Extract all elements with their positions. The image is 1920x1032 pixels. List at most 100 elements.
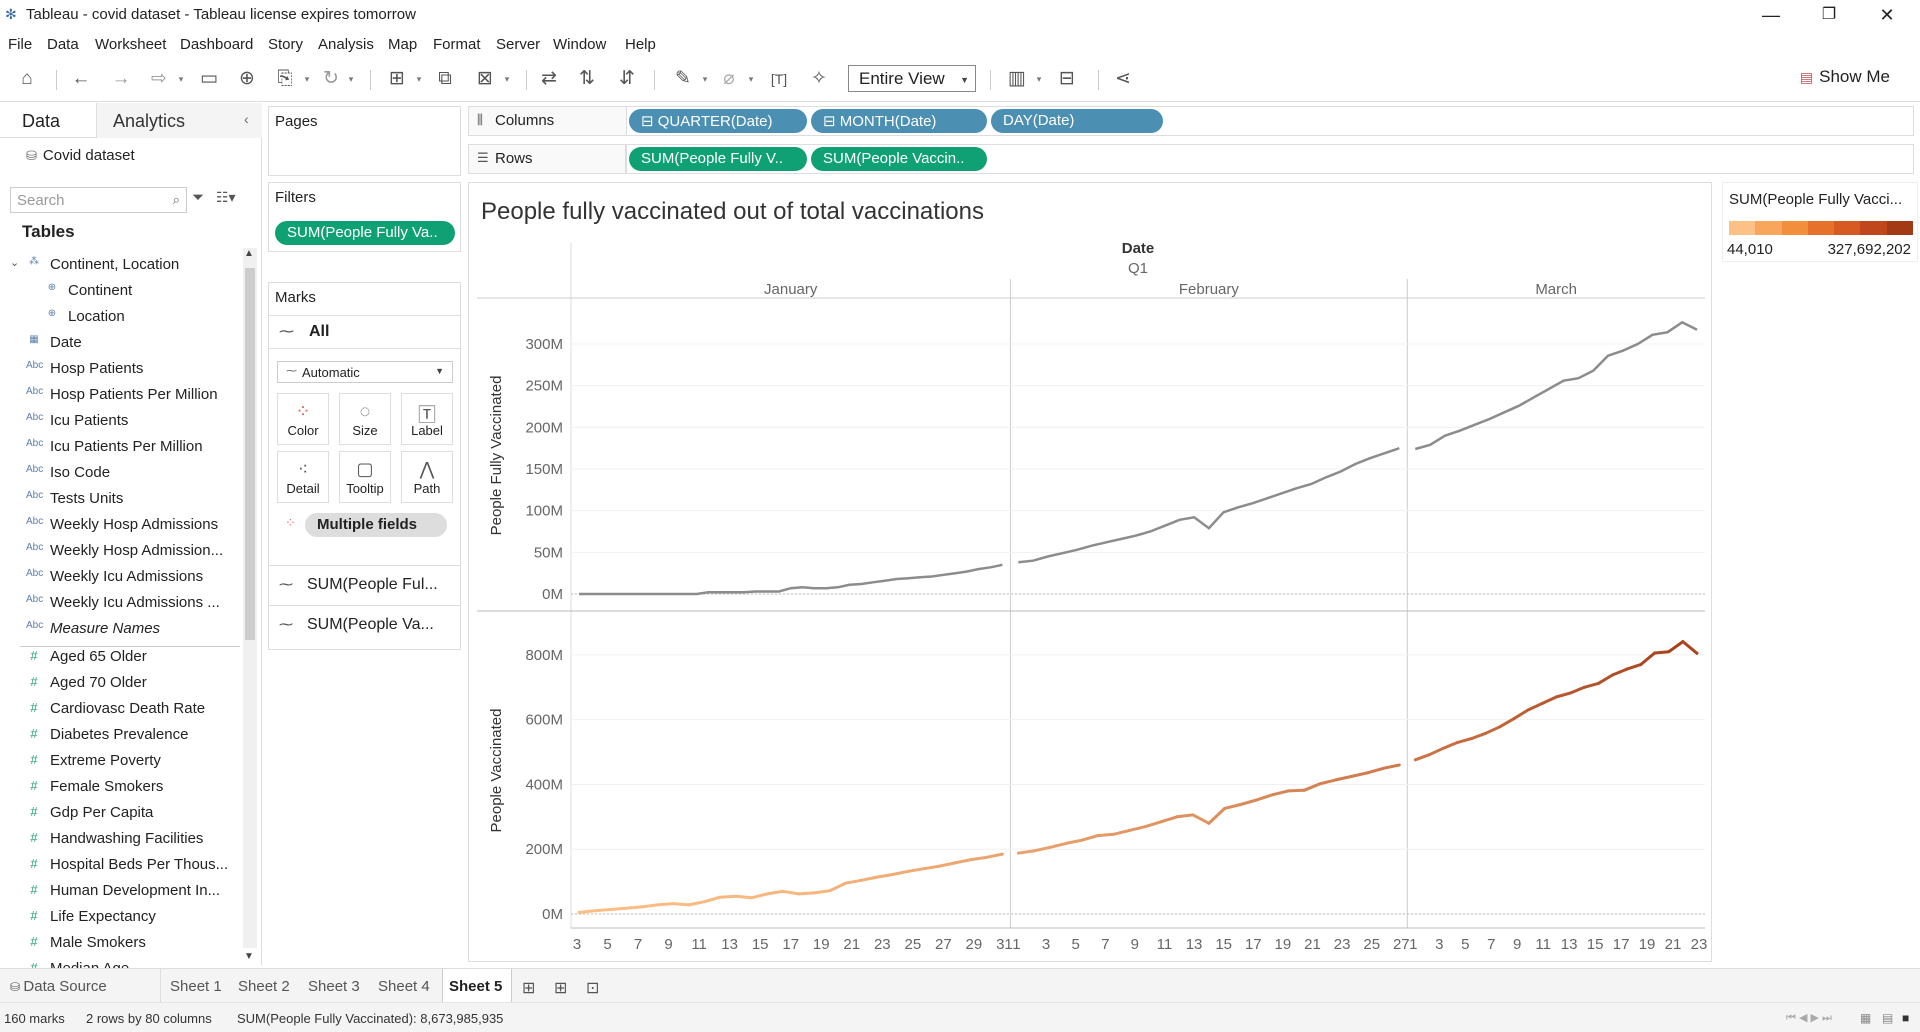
color-legend[interactable]: SUM(People Fully Vacci... 44,010 327,692… <box>1722 182 1918 262</box>
field-item[interactable]: Abc Weekly Icu Admissions ... <box>0 591 240 617</box>
field-item[interactable]: ⌄ ⁂ Continent, Location <box>0 253 240 279</box>
label-button[interactable]: 🅃 Label <box>401 393 453 445</box>
menu-server[interactable]: Server <box>496 33 540 53</box>
mark-card-vaccinated[interactable]: ⁓ SUM(People Va... <box>269 605 460 645</box>
field-item[interactable]: # Human Development In... <box>0 879 240 905</box>
columns-shelf[interactable]: ⊟ QUARTER(Date) ⊟ MONTH(Date) DAY(Date) <box>626 106 1914 136</box>
viz-area[interactable]: People fully vaccinated out of total vac… <box>468 182 1712 962</box>
filter-pill[interactable]: SUM(People Fully Va.. <box>275 221 455 245</box>
field-item[interactable]: Abc Weekly Icu Admissions <box>0 565 240 591</box>
restore-button[interactable]: ❐ <box>1806 2 1852 28</box>
filters-shelf[interactable]: Filters SUM(People Fully Va.. <box>268 182 461 252</box>
show-me-button[interactable]: ▤ Show Me <box>1800 67 1890 87</box>
replay-icon[interactable]: ⇨ <box>146 66 172 92</box>
field-item[interactable]: Abc Hosp Patients <box>0 357 240 383</box>
menu-format[interactable]: Format <box>433 33 481 53</box>
datasource-name[interactable]: ⛁ Covid dataset <box>26 147 135 164</box>
duplicate-sheet-icon[interactable]: ⧉ <box>432 66 458 92</box>
sort-descending-icon[interactable]: ⇵ <box>614 66 640 92</box>
dropdown-caret-icon[interactable]: ▾ <box>700 66 710 92</box>
field-item[interactable]: Abc Tests Units <box>0 487 240 513</box>
home-icon[interactable]: ⌂ <box>14 66 40 92</box>
line-chart[interactable]: People fully vaccinated out of total vac… <box>469 183 1713 963</box>
column-pill-month[interactable]: ⊟ MONTH(Date) <box>811 109 987 133</box>
menu-map[interactable]: Map <box>388 33 417 53</box>
field-item[interactable]: # Handwashing Facilities <box>0 827 240 853</box>
fix-axes-icon[interactable]: ✧ <box>806 66 832 92</box>
view-options-icon[interactable]: ☷▾ <box>216 189 236 206</box>
new-dashboard-icon[interactable]: ⊞ <box>554 978 567 998</box>
size-button[interactable]: ◌ Size <box>339 393 391 445</box>
rows-shelf[interactable]: SUM(People Fully V.. SUM(People Vaccin.. <box>626 144 1914 174</box>
tab-analytics[interactable]: Analytics <box>113 111 185 132</box>
menu-file[interactable]: File <box>8 33 32 53</box>
new-datasource-icon[interactable]: ⊕ <box>234 66 260 92</box>
color-button[interactable]: ⁘ Color <box>277 393 329 445</box>
share-icon[interactable]: ⋖ <box>1110 66 1136 92</box>
path-button[interactable]: ⋀ Path <box>401 451 453 503</box>
detail-button[interactable]: ⁖ Detail <box>277 451 329 503</box>
grid-view-icon[interactable]: ▦ <box>1860 1011 1871 1025</box>
menu-data[interactable]: Data <box>47 33 79 53</box>
swap-rows-columns-icon[interactable]: ⇄ <box>536 66 562 92</box>
sheet-nav-icon[interactable]: ⏮ ◀ ▶ ⏭ <box>1786 1011 1832 1025</box>
chevron-down-icon[interactable]: ⌄ <box>10 256 19 269</box>
field-item[interactable]: Abc Icu Patients <box>0 409 240 435</box>
redo-icon[interactable]: → <box>108 66 134 92</box>
column-pill-quarter[interactable]: ⊟ QUARTER(Date) <box>629 109 807 133</box>
filmstrip-view-icon[interactable]: ▤ <box>1882 1011 1893 1025</box>
tab-view-icon[interactable]: ■ <box>1902 1011 1909 1025</box>
group-members-icon[interactable]: ⌀ <box>716 66 742 92</box>
menu-worksheet[interactable]: Worksheet <box>95 33 166 53</box>
field-item[interactable]: # Life Expectancy <box>0 905 240 931</box>
new-worksheet-icon[interactable]: ⊞ <box>522 978 535 998</box>
field-item[interactable]: # Aged 70 Older <box>0 671 240 697</box>
menu-window[interactable]: Window <box>553 33 606 53</box>
field-item[interactable]: # Female Smokers <box>0 775 240 801</box>
undo-icon[interactable]: ← <box>68 66 94 92</box>
scroll-up-icon[interactable]: ▲ <box>244 248 254 259</box>
close-button[interactable]: ✕ <box>1864 2 1910 28</box>
row-pill-vaccinated[interactable]: SUM(People Vaccin.. <box>811 147 987 171</box>
tab-sheet-2[interactable]: Sheet 2 <box>238 978 290 995</box>
dropdown-caret-icon[interactable]: ▾ <box>346 66 356 92</box>
new-story-icon[interactable]: ⊡ <box>586 978 599 998</box>
presentation-mode-icon[interactable]: ⊟ <box>1054 66 1080 92</box>
field-item[interactable]: # Extreme Poverty <box>0 749 240 775</box>
menu-help[interactable]: Help <box>625 33 656 53</box>
field-item[interactable]: Abc Iso Code <box>0 461 240 487</box>
clear-sheet-icon[interactable]: ⊠ <box>472 66 498 92</box>
field-item[interactable]: Abc Weekly Hosp Admission... <box>0 539 240 565</box>
menu-dashboard[interactable]: Dashboard <box>180 33 253 53</box>
highlight-icon[interactable]: ✎ <box>670 66 696 92</box>
scrollbar-thumb[interactable] <box>245 268 255 640</box>
field-item[interactable]: ⊕ Location <box>0 305 240 331</box>
marks-all-row[interactable]: ⁓ All <box>269 315 460 349</box>
tab-sheet-5[interactable]: Sheet 5 <box>449 978 503 995</box>
dropdown-caret-icon[interactable]: ▾ <box>502 66 512 92</box>
multiple-fields-pill[interactable]: Multiple fields <box>305 513 447 537</box>
menu-story[interactable]: Story <box>268 33 303 53</box>
minimize-button[interactable]: — <box>1748 2 1794 28</box>
show-mark-labels-icon[interactable]: [T] <box>766 66 792 92</box>
field-item[interactable]: Abc Measure Names <box>0 617 240 643</box>
field-item[interactable]: Abc Weekly Hosp Admissions <box>0 513 240 539</box>
fit-select[interactable]: Entire View ▼ <box>848 65 976 92</box>
tab-data-source[interactable]: ⛁ Data Source <box>10 978 107 995</box>
field-item[interactable]: # Diabetes Prevalence <box>0 723 240 749</box>
field-item[interactable]: Abc Hosp Patients Per Million <box>0 383 240 409</box>
menu-analysis[interactable]: Analysis <box>318 33 374 53</box>
row-pill-fully-vaccinated[interactable]: SUM(People Fully V.. <box>629 147 807 171</box>
field-item[interactable]: ⊕ Continent <box>0 279 240 305</box>
field-item[interactable]: ▦ Date <box>0 331 240 357</box>
field-item[interactable]: # Hospital Beds Per Thous... <box>0 853 240 879</box>
save-icon[interactable]: ▭ <box>196 66 222 92</box>
field-item[interactable]: Abc Icu Patients Per Million <box>0 435 240 461</box>
tab-sheet-3[interactable]: Sheet 3 <box>308 978 360 995</box>
dropdown-caret-icon[interactable]: ▾ <box>1034 66 1044 92</box>
field-item[interactable]: # Male Smokers <box>0 931 240 957</box>
refresh-icon[interactable]: ↻ <box>318 66 344 92</box>
dropdown-caret-icon[interactable]: ▾ <box>302 66 312 92</box>
tab-data[interactable]: Data <box>22 111 60 132</box>
dropdown-caret-icon[interactable]: ▾ <box>746 66 756 92</box>
